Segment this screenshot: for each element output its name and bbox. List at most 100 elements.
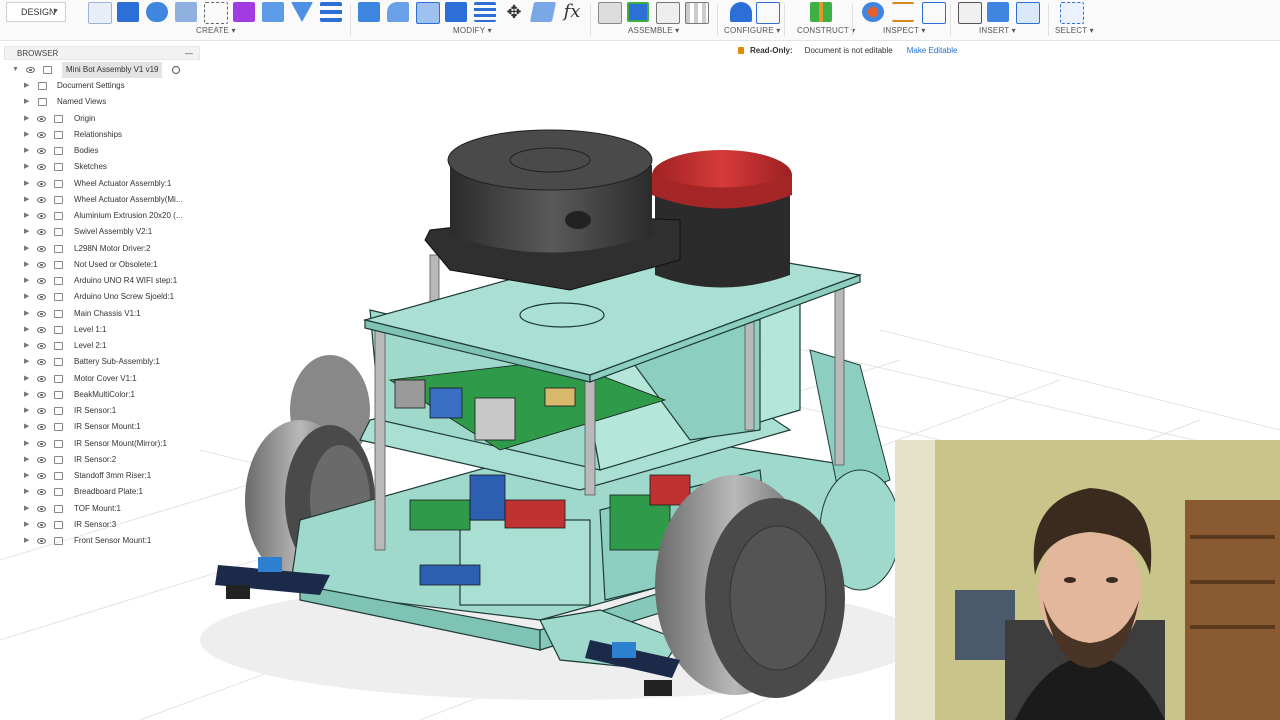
eye-icon[interactable] — [26, 67, 35, 73]
browser-item[interactable]: ▶ Motor Cover V1:1 — [0, 371, 200, 387]
eye-icon[interactable] — [37, 391, 46, 398]
browser-item[interactable]: ▶ L298N Motor Driver:2 — [0, 241, 200, 257]
browser-item[interactable]: ▶ TOF Mount:1 — [0, 501, 200, 517]
eye-icon[interactable] — [37, 456, 46, 463]
browser-item[interactable]: ▶ Level 2:1 — [0, 338, 200, 354]
loft-icon[interactable] — [291, 2, 313, 22]
chevron-right-icon[interactable]: ▶ — [24, 501, 29, 517]
chevron-right-icon[interactable]: ▶ — [24, 371, 29, 387]
eye-icon[interactable] — [37, 245, 46, 252]
browser-item[interactable]: ▶ Sketches — [0, 159, 200, 175]
make-editable-link[interactable]: Make Editable — [907, 46, 958, 55]
inspect-menu[interactable]: INSPECT ▾ — [883, 26, 926, 35]
chevron-right-icon[interactable]: ▶ — [24, 78, 29, 94]
browser-root-item[interactable]: ▼ Mini Bot Assembly V1 v19 — [0, 62, 200, 78]
browser-item[interactable]: ▶ Origin — [0, 111, 200, 127]
collapse-icon[interactable]: — — [185, 47, 193, 61]
bill-of-materials-icon[interactable] — [685, 2, 709, 24]
browser-item[interactable]: ▶ Main Chassis V1:1 — [0, 306, 200, 322]
browser-item[interactable]: ▶ BeakMultiColor:1 — [0, 387, 200, 403]
press-pull-icon[interactable] — [358, 2, 380, 22]
section-analysis-icon[interactable] — [922, 2, 946, 24]
revolve-icon[interactable] — [146, 2, 168, 22]
browser-item[interactable]: ▶ Standoff 3mm Riser:1 — [0, 468, 200, 484]
insert-menu[interactable]: INSERT ▾ — [979, 26, 1016, 35]
activate-icon[interactable] — [172, 66, 180, 74]
chevron-right-icon[interactable]: ▶ — [24, 208, 29, 224]
select-menu[interactable]: SELECT ▾ — [1055, 26, 1094, 35]
configuration-table-icon[interactable] — [756, 2, 780, 24]
configure-menu[interactable]: CONFIGURE ▾ — [724, 26, 780, 35]
construct-menu[interactable]: CONSTRUCT ▾ — [797, 26, 856, 35]
browser-item[interactable]: ▶ Breadboard Plate:1 — [0, 484, 200, 500]
measure-icon[interactable] — [892, 2, 914, 22]
new-component-icon[interactable] — [598, 2, 622, 24]
fillet-icon[interactable] — [387, 2, 409, 22]
chevron-right-icon[interactable]: ▶ — [24, 289, 29, 305]
interference-icon[interactable] — [862, 2, 884, 22]
eye-icon[interactable] — [37, 521, 46, 528]
chevron-right-icon[interactable]: ▶ — [24, 387, 29, 403]
chevron-right-icon[interactable]: ▶ — [24, 484, 29, 500]
eye-icon[interactable] — [37, 424, 46, 431]
joint-icon[interactable] — [627, 2, 649, 22]
chevron-right-icon[interactable]: ▶ — [24, 338, 29, 354]
workspace-dropdown[interactable]: DESIGN ▼ — [6, 2, 66, 22]
eye-icon[interactable] — [37, 148, 46, 154]
eye-icon[interactable] — [37, 310, 46, 317]
browser-item[interactable]: ▶ Bodies — [0, 143, 200, 159]
browser-item[interactable]: ▶ Level 1:1 — [0, 322, 200, 338]
eye-icon[interactable] — [37, 359, 46, 366]
browser-item[interactable]: ▶ IR Sensor Mount:1 — [0, 419, 200, 435]
eye-icon[interactable] — [37, 489, 46, 496]
browser-item[interactable]: ▶ IR Sensor Mount(Mirror):1 — [0, 436, 200, 452]
browser-item[interactable]: ▶ Wheel Actuator Assembly:1 — [0, 176, 200, 192]
eye-icon[interactable] — [37, 213, 46, 219]
chevron-right-icon[interactable]: ▶ — [24, 111, 29, 127]
browser-item[interactable]: ▶ IR Sensor:3 — [0, 517, 200, 533]
browser-item[interactable]: ▶ IR Sensor:1 — [0, 403, 200, 419]
eye-icon[interactable] — [37, 278, 46, 284]
chevron-right-icon[interactable]: ▶ — [24, 143, 29, 159]
chevron-right-icon[interactable]: ▶ — [24, 241, 29, 257]
pattern-icon[interactable] — [204, 2, 228, 24]
eye-icon[interactable] — [37, 343, 46, 349]
browser-item[interactable]: ▶ Front Sensor Mount:1 — [0, 533, 200, 549]
new-sketch-icon[interactable] — [88, 2, 112, 24]
eye-icon[interactable] — [37, 164, 46, 171]
shell-icon[interactable] — [416, 2, 440, 24]
insert-derive-icon[interactable] — [958, 2, 982, 24]
parameters-icon[interactable]: fx — [561, 2, 583, 22]
eye-icon[interactable] — [37, 538, 46, 544]
chevron-right-icon[interactable]: ▶ — [24, 94, 29, 110]
eye-icon[interactable] — [37, 229, 46, 236]
eye-icon[interactable] — [37, 505, 46, 512]
create-menu[interactable]: CREATE ▾ — [196, 26, 236, 35]
chevron-right-icon[interactable]: ▶ — [24, 436, 29, 452]
chevron-right-icon[interactable]: ▶ — [24, 533, 29, 549]
assemble-menu[interactable]: ASSEMBLE ▾ — [628, 26, 679, 35]
browser-item[interactable]: ▶ Battery Sub-Assembly:1 — [0, 354, 200, 370]
chevron-right-icon[interactable]: ▶ — [24, 468, 29, 484]
chevron-right-icon[interactable]: ▶ — [24, 322, 29, 338]
eye-icon[interactable] — [37, 440, 46, 447]
browser-item[interactable]: ▶ Relationships — [0, 127, 200, 143]
eye-icon[interactable] — [37, 408, 46, 414]
create-form-icon[interactable] — [233, 2, 255, 22]
chevron-right-icon[interactable]: ▶ — [24, 452, 29, 468]
eye-icon[interactable] — [37, 261, 46, 268]
chevron-right-icon[interactable]: ▶ — [24, 273, 29, 289]
browser-header[interactable]: BROWSER — — [4, 46, 200, 60]
chevron-right-icon[interactable]: ▶ — [24, 224, 29, 240]
eye-icon[interactable] — [37, 294, 46, 301]
browser-item[interactable]: ▶ Arduino Uno Screw Sjoeld:1 — [0, 289, 200, 305]
offset-plane-icon[interactable] — [810, 2, 832, 22]
browser-item[interactable]: ▶ IR Sensor:2 — [0, 452, 200, 468]
hole-icon[interactable] — [175, 2, 197, 22]
as-built-joint-icon[interactable] — [656, 2, 680, 24]
eye-icon[interactable] — [37, 180, 46, 187]
align-icon[interactable] — [529, 2, 557, 22]
chevron-right-icon[interactable]: ▶ — [24, 176, 29, 192]
split-body-icon[interactable] — [474, 2, 496, 22]
browser-item[interactable]: ▶ Document Settings — [0, 78, 200, 94]
